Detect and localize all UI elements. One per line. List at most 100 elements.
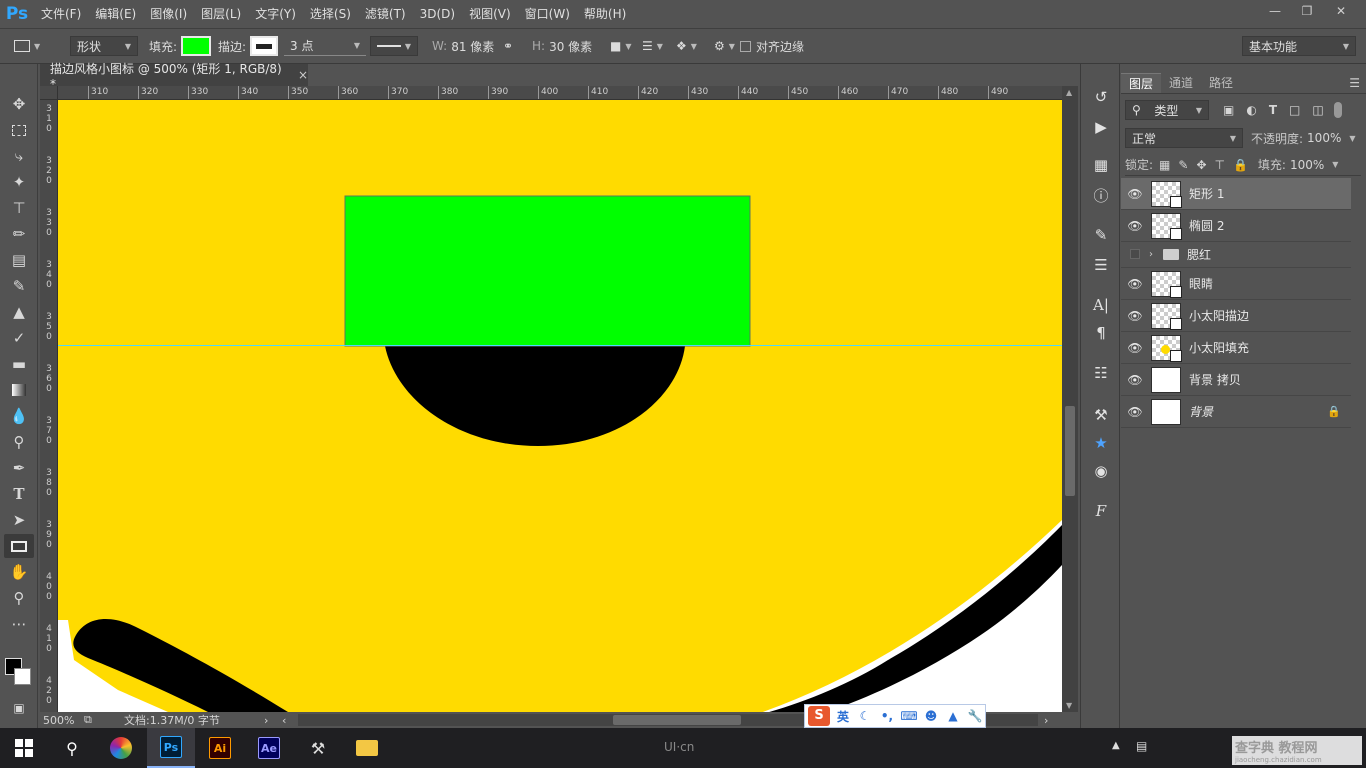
brush-tool-icon[interactable]: ✎ — [4, 274, 34, 298]
visibility-eye-icon[interactable]: 👁 — [1121, 219, 1149, 233]
history-brush-tool-icon[interactable]: ✓ — [4, 326, 34, 350]
filter-smart-object-icon[interactable]: ◫ — [1312, 103, 1323, 117]
scroll-thumb[interactable] — [1065, 406, 1075, 496]
glyphs-panel-icon[interactable]: ☷ — [1089, 362, 1113, 384]
eyedropper-tool-icon[interactable]: ✏ — [4, 222, 34, 246]
minimize-icon[interactable]: — — [1258, 0, 1292, 22]
wrench-icon[interactable]: 🔧 — [966, 707, 984, 725]
taskbar-app-explorer[interactable] — [343, 728, 391, 768]
path-alignment-icon[interactable]: ☰ ▼ — [642, 29, 663, 63]
menu-view[interactable]: 视图(V) — [462, 0, 518, 28]
menu-help[interactable]: 帮助(H) — [577, 0, 633, 28]
layer-row[interactable]: 👁 矩形 1 — [1121, 178, 1351, 210]
layer-row[interactable]: 👁 背景 拷贝 — [1121, 364, 1351, 396]
menu-select[interactable]: 选择(S) — [303, 0, 358, 28]
height-input[interactable]: 30 像素 — [549, 38, 592, 55]
tab-layers[interactable]: 图层 — [1121, 73, 1162, 93]
visibility-eye-icon[interactable]: 👁 — [1121, 373, 1149, 387]
tool-preset-picker[interactable]: ▼ — [14, 29, 40, 63]
ime-language[interactable]: 英 — [834, 707, 852, 725]
vertical-scrollbar[interactable]: ▲ ▼ — [1062, 86, 1078, 712]
move-tool-icon[interactable]: ✥ — [4, 92, 34, 116]
path-selection-tool-icon[interactable]: ➤ — [4, 508, 34, 532]
scroll-down-icon[interactable]: ▼ — [1066, 701, 1072, 710]
skin-icon[interactable]: ▲ — [944, 707, 962, 725]
chevron-right-icon[interactable]: › — [1149, 249, 1163, 260]
more-tools-icon[interactable]: ⋯ — [4, 612, 34, 636]
moon-icon[interactable]: ☾ — [856, 707, 874, 725]
info-expand-icon[interactable]: › — [264, 714, 282, 727]
layer-row[interactable]: 👁 椭圆 2 — [1121, 210, 1351, 242]
workspace-select[interactable]: 基本功能 ▼ — [1242, 36, 1356, 56]
filter-shape-icon[interactable]: □ — [1289, 103, 1300, 117]
libraries-panel-icon[interactable]: ◉ — [1089, 460, 1113, 482]
tab-channels[interactable]: 通道 — [1161, 73, 1201, 93]
visibility-toggle-empty[interactable] — [1121, 248, 1149, 262]
width-input[interactable]: 81 像素 — [451, 38, 494, 55]
close-window-icon[interactable]: ✕ — [1324, 0, 1358, 22]
tab-paths[interactable]: 路径 — [1201, 73, 1241, 93]
visibility-eye-icon[interactable]: 👁 — [1121, 405, 1149, 419]
stroke-type-select[interactable]: ▼ — [370, 36, 418, 56]
zoom-level[interactable]: 500% — [40, 714, 84, 727]
menu-image[interactable]: 图像(I) — [143, 0, 194, 28]
restore-icon[interactable]: ❐ — [1290, 0, 1324, 22]
lock-position-icon[interactable]: ✥ — [1196, 158, 1206, 172]
path-operations-icon[interactable]: ■ ▼ — [610, 29, 632, 63]
clone-stamp-tool-icon[interactable]: ▲ — [4, 300, 34, 324]
search-icon[interactable]: ⚲ — [48, 728, 96, 768]
hscroll-right-icon[interactable]: › — [1044, 714, 1048, 727]
layer-row[interactable]: 👁 小太阳描边 — [1121, 300, 1351, 332]
filter-toggle-icon[interactable] — [1333, 102, 1342, 118]
lock-all-icon[interactable]: 🔒 — [1233, 158, 1248, 172]
brushes-panel-icon[interactable]: ✎ — [1089, 224, 1113, 246]
chevron-down-icon[interactable]: ▼ — [1332, 160, 1338, 169]
hscroll-thumb[interactable] — [613, 715, 741, 725]
dodge-tool-icon[interactable]: ⚲ — [4, 430, 34, 454]
menu-file[interactable]: 文件(F) — [34, 0, 88, 28]
eraser-tool-icon[interactable]: ▬ — [4, 352, 34, 376]
menu-3d[interactable]: 3D(D) — [413, 0, 462, 28]
taskbar-app-illustrator[interactable]: Ai — [196, 728, 244, 768]
lock-pixels-icon[interactable]: ✎ — [1178, 158, 1188, 172]
fill-input[interactable]: 100% — [1290, 158, 1324, 172]
menu-window[interactable]: 窗口(W) — [518, 0, 577, 28]
hand-tool-icon[interactable]: ✋ — [4, 560, 34, 584]
quick-mask-icon[interactable]: ▣ — [4, 696, 34, 720]
taskbar-app-photoshop[interactable]: Ps — [147, 728, 195, 768]
actions-panel-icon[interactable]: ▶ — [1089, 116, 1113, 138]
user-icon[interactable]: ☻ — [922, 707, 940, 725]
type-tool-icon[interactable]: T — [4, 482, 34, 506]
shape-mode-select[interactable]: 形状 ▼ — [70, 36, 138, 56]
3d-panel-icon[interactable]: ▦ — [1089, 154, 1113, 176]
layer-row[interactable]: 👁 小太阳填充 — [1121, 332, 1351, 364]
blend-mode-select[interactable]: 正常 ▼ — [1125, 128, 1243, 148]
layer-row[interactable]: 👁 背景 🔒 — [1121, 396, 1351, 428]
properties-panel-icon[interactable]: F — [1089, 500, 1113, 522]
align-edges-checkbox[interactable] — [740, 40, 751, 52]
opacity-input[interactable]: 100% — [1307, 131, 1341, 145]
menu-edit[interactable]: 编辑(E) — [88, 0, 143, 28]
pen-tool-icon[interactable]: ✒ — [4, 456, 34, 480]
export-icon[interactable]: ⧉ — [84, 713, 124, 727]
visibility-eye-icon[interactable]: 👁 — [1121, 187, 1149, 201]
stroke-color-swatch[interactable] — [250, 36, 279, 56]
chevron-down-icon[interactable]: ▼ — [1349, 134, 1355, 143]
document-canvas[interactable] — [58, 100, 1062, 712]
visibility-eye-icon[interactable]: 👁 — [1121, 341, 1149, 355]
menu-filter[interactable]: 滤镜(T) — [358, 0, 413, 28]
info-panel-icon[interactable]: ⓘ — [1089, 184, 1113, 206]
lock-transparency-icon[interactable]: ▦ — [1159, 158, 1170, 172]
panel-menu-icon[interactable]: ☰ — [1349, 73, 1360, 93]
magic-wand-tool-icon[interactable]: ✦ — [4, 170, 34, 194]
punctuation-icon[interactable]: •, — [878, 707, 896, 725]
filter-pixel-icon[interactable]: ▣ — [1223, 103, 1234, 117]
start-button[interactable] — [0, 728, 48, 768]
path-arrangement-icon[interactable]: ❖ ▼ — [676, 29, 697, 63]
adjustments-panel-icon[interactable]: ☰ — [1089, 254, 1113, 276]
layer-filter-select[interactable]: ⚲ 类型 ▼ — [1125, 100, 1209, 120]
history-panel-icon[interactable]: ↺ — [1089, 86, 1113, 108]
rectangle-tool-icon[interactable] — [4, 534, 34, 558]
gear-icon[interactable]: ⚙ ▼ — [714, 29, 735, 63]
taskbar-app-aftereffects[interactable]: Ae — [245, 728, 293, 768]
